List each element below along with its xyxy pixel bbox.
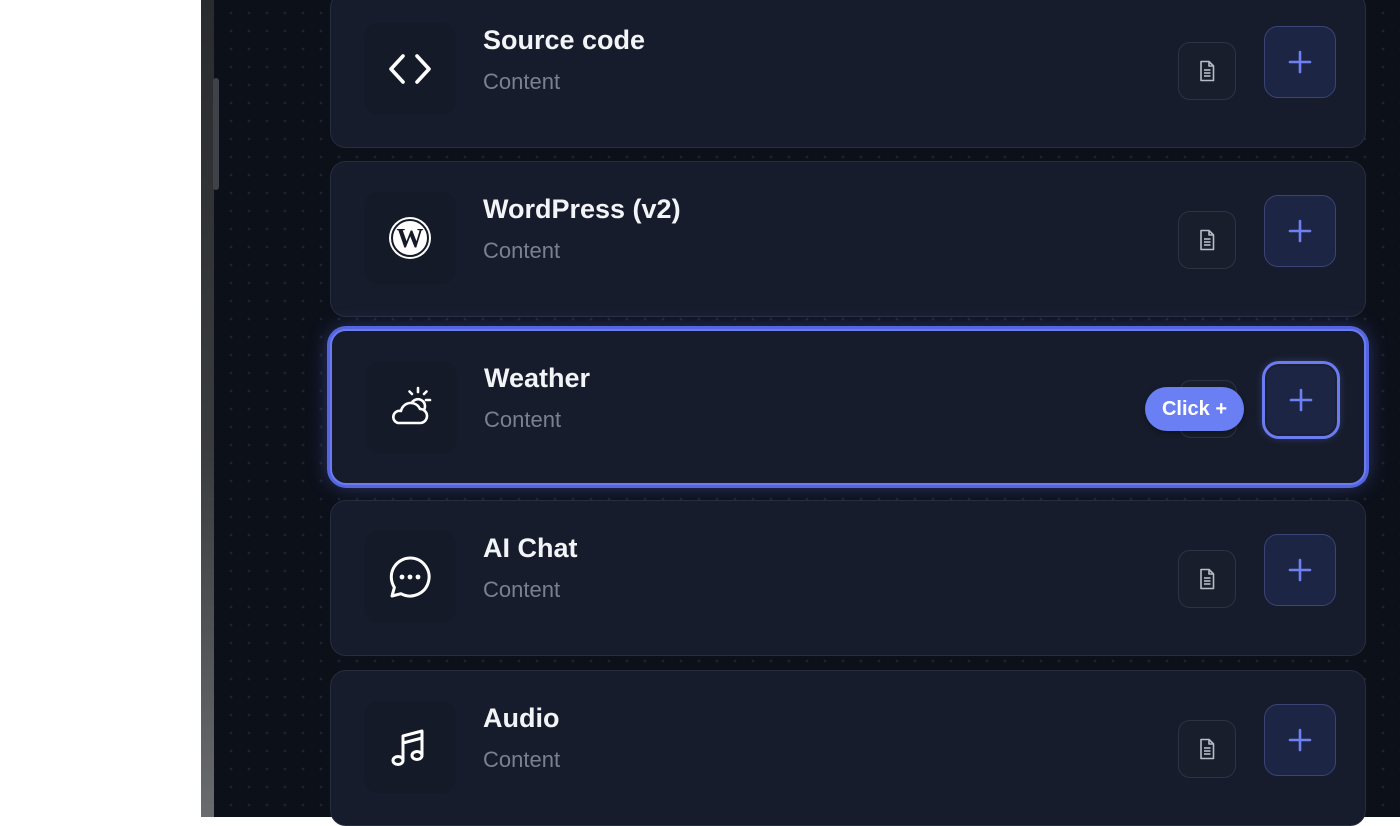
block-title: AI Chat: [483, 533, 578, 563]
block-subtitle: Content: [483, 577, 561, 602]
block-title: Source code: [483, 25, 646, 55]
document-icon: [1200, 229, 1215, 251]
document-icon: [1200, 738, 1215, 760]
block-card-ai-chat[interactable]: AI Chat Content: [330, 500, 1366, 656]
add-block-button[interactable]: [1264, 704, 1336, 776]
block-subtitle: Content: [484, 407, 562, 432]
block-subtitle: Content: [483, 69, 561, 94]
add-block-button[interactable]: [1264, 534, 1336, 606]
add-block-button[interactable]: [1265, 364, 1337, 436]
plus-icon: [1288, 50, 1312, 74]
scrollbar-thumb[interactable]: [213, 78, 219, 190]
block-card-audio[interactable]: Audio Content: [330, 670, 1366, 826]
plus-icon: [1288, 219, 1312, 243]
docs-button[interactable]: [1178, 42, 1236, 100]
block-title: Weather: [484, 363, 591, 393]
block-title: WordPress (v2): [483, 194, 681, 224]
plus-icon: [1288, 558, 1312, 582]
block-card-wordpress[interactable]: W WordPress (v2) Content: [330, 161, 1366, 317]
click-hint-tooltip: Click +: [1145, 387, 1244, 431]
document-icon: [1200, 60, 1215, 82]
block-subtitle: Content: [483, 747, 561, 772]
document-icon: [1200, 568, 1215, 590]
left-blank-area: [0, 0, 201, 817]
block-card-weather[interactable]: Weather Content Click +: [330, 329, 1366, 485]
docs-button[interactable]: [1178, 720, 1236, 778]
plus-icon: [1289, 388, 1313, 412]
music-note-icon: [364, 701, 456, 793]
add-block-button[interactable]: [1264, 195, 1336, 267]
plus-icon: [1288, 728, 1312, 752]
code-brackets-icon: [364, 23, 456, 115]
block-subtitle: Content: [483, 238, 561, 263]
partly-cloudy-icon: [365, 361, 457, 453]
wordpress-logo-icon: W: [364, 192, 456, 284]
docs-button[interactable]: [1178, 550, 1236, 608]
block-title: Audio: [483, 703, 560, 733]
add-block-button[interactable]: [1264, 26, 1336, 98]
svg-text:W: W: [397, 223, 424, 253]
chat-bubble-icon: [364, 531, 456, 623]
block-card-source-code[interactable]: Source code Content: [330, 0, 1366, 148]
docs-button[interactable]: [1178, 211, 1236, 269]
